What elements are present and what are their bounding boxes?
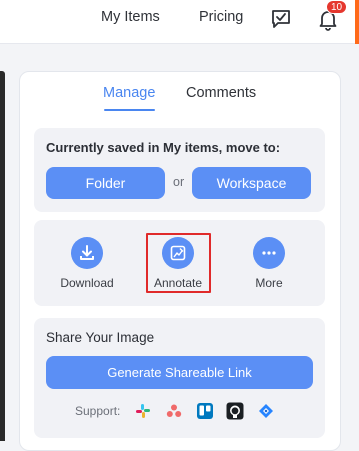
github-icon[interactable] <box>225 401 245 421</box>
support-label: Support: <box>75 404 121 418</box>
actions-card: Download Annotate More <box>34 220 325 306</box>
or-label: or <box>173 175 185 189</box>
annotate-icon <box>162 237 194 269</box>
nav-pricing-link[interactable]: Pricing <box>199 9 243 25</box>
share-card-title: Share Your Image <box>46 330 155 345</box>
workspace-button[interactable]: Workspace <box>192 167 311 199</box>
more-button[interactable]: More <box>231 220 307 306</box>
tab-comments[interactable]: Comments <box>186 85 256 101</box>
tab-manage[interactable]: Manage <box>103 85 155 101</box>
trello-icon[interactable] <box>195 401 215 421</box>
top-navigation-bar: My Items Pricing 10 <box>0 0 359 44</box>
feedback-icon[interactable] <box>269 7 293 31</box>
download-label: Download <box>60 276 114 290</box>
annotate-button[interactable]: Annotate <box>140 220 216 306</box>
more-label: More <box>255 276 283 290</box>
notification-badge: 10 <box>326 0 347 14</box>
share-card: Share Your Image Generate Shareable Link… <box>34 318 325 438</box>
move-card-title: Currently saved in My items, move to: <box>46 140 281 155</box>
jira-icon[interactable] <box>256 401 276 421</box>
more-dots-icon <box>253 237 285 269</box>
active-tab-indicator <box>104 109 155 111</box>
download-icon <box>71 237 103 269</box>
edge-accent <box>355 0 359 44</box>
manage-panel: Manage Comments Currently saved in My it… <box>19 71 341 451</box>
asana-icon[interactable] <box>164 401 184 421</box>
nav-my-items-link[interactable]: My Items <box>101 9 160 25</box>
move-card: Currently saved in My items, move to: Fo… <box>34 128 325 212</box>
annotate-label: Annotate <box>153 276 203 290</box>
canvas-edge <box>0 71 5 441</box>
generate-link-button[interactable]: Generate Shareable Link <box>46 356 313 389</box>
download-button[interactable]: Download <box>49 220 125 306</box>
slack-icon[interactable] <box>133 401 153 421</box>
folder-button[interactable]: Folder <box>46 167 165 199</box>
